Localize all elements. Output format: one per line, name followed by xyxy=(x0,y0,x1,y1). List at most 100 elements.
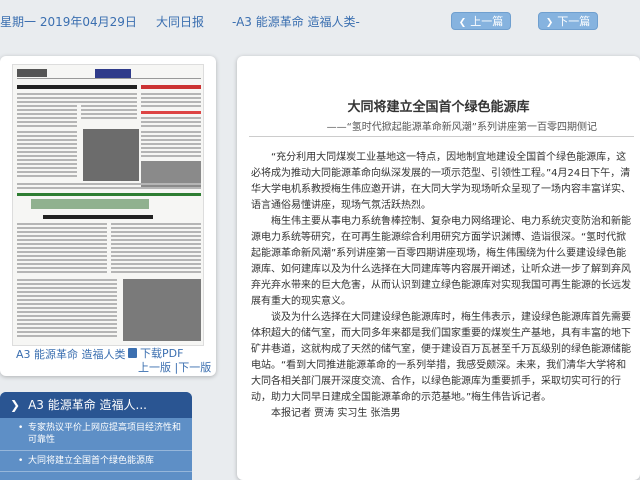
paper-name: 大同日报 xyxy=(156,15,205,29)
thumbnail-line xyxy=(17,243,107,245)
thumbnail-line xyxy=(17,251,107,253)
page-label[interactable]: A3 能源革命 造福人类 xyxy=(16,346,126,362)
thumbnail-line xyxy=(17,239,107,241)
thumbnail-line xyxy=(111,247,201,249)
thumbnail-line xyxy=(141,151,201,153)
article-list-panel: ❯ A3 能源革命 造福人... • 专家热议平价上网应提高项目经济性和可靠性 • 大… xyxy=(0,392,192,480)
prev-page-link[interactable]: 上一版 xyxy=(138,361,171,374)
thumbnail-line xyxy=(17,307,117,309)
thumbnail-line xyxy=(17,187,201,189)
thumbnail-line xyxy=(17,175,77,177)
prev-article-button[interactable]: ❮ 上一篇 xyxy=(451,12,511,30)
article-paragraph: 梅生伟主要从事电力系统鲁棒控制、复杂电力网络理论、电力系统灾变防治和新能源电力系… xyxy=(251,216,631,307)
thumbnail-line xyxy=(17,135,77,137)
article-list-item[interactable]: • 专家热议平价上网应提高项目经济性和可靠性 xyxy=(0,418,192,451)
pdf-icon xyxy=(128,348,137,358)
thumbnail-line xyxy=(17,263,107,265)
thumbnail-line xyxy=(17,101,137,103)
thumbnail-line xyxy=(17,299,117,301)
thumbnail-line xyxy=(17,255,107,257)
article-list-header[interactable]: ❯ A3 能源革命 造福人... xyxy=(0,392,192,418)
thumbnail-photo xyxy=(123,279,201,341)
thumbnail-line xyxy=(17,247,107,249)
thumbnail-rule xyxy=(141,111,201,114)
thumbnail-line xyxy=(111,267,201,269)
thumbnail-line xyxy=(17,231,107,233)
thumbnail-line xyxy=(81,109,137,111)
bullet-icon: • xyxy=(18,423,24,433)
article-list-item[interactable]: • 大同将建立全国首个绿色能源库 xyxy=(0,451,192,472)
thumbnail-line xyxy=(111,259,201,261)
thumbnail-line xyxy=(17,155,77,157)
thumbnail-line xyxy=(17,315,117,317)
article-subtitle: ——“氢时代掀起能源革命新风潮”系列讲座第一百零四期侧记 xyxy=(326,122,597,133)
article-list-item-label: 大同将建立全国首个绿色能源库 xyxy=(28,456,155,466)
article-byline: 本报记者 贾涛 实习生 张浩男 xyxy=(271,408,401,419)
thumbnail-line xyxy=(17,113,77,115)
thumbnail-line xyxy=(17,279,117,281)
thumbnail-line xyxy=(81,117,137,119)
thumbnail-line xyxy=(17,163,77,165)
thumbnail-line xyxy=(17,171,77,173)
thumbnail-line xyxy=(111,255,201,257)
thumbnail-line xyxy=(111,271,201,273)
thumbnail-headline xyxy=(17,85,137,89)
thumbnail-line xyxy=(17,323,117,325)
thumbnail-line xyxy=(17,259,107,261)
thumbnail-line xyxy=(17,295,117,297)
thumbnail-line xyxy=(17,105,77,107)
thumbnail-section-badge xyxy=(95,69,131,78)
thumbnail-line xyxy=(17,271,107,273)
thumbnail-line xyxy=(17,327,117,329)
thumbnail-line xyxy=(17,223,107,225)
thumbnail-line xyxy=(111,231,201,233)
thumbnail-line xyxy=(17,267,107,269)
thumbnail-line xyxy=(141,125,201,127)
thumbnail-line xyxy=(111,235,201,237)
thumbnail-line xyxy=(17,159,77,161)
next-article-button[interactable]: ❯ 下一篇 xyxy=(538,12,598,30)
thumbnail-line xyxy=(17,109,77,111)
thumbnail-line xyxy=(17,335,117,337)
thumbnail-logo xyxy=(17,69,47,77)
page-navigation: 上一版 |下一版 xyxy=(138,359,211,375)
thumbnail-headline xyxy=(43,215,153,219)
thumbnail-line xyxy=(17,283,117,285)
thumbnail-headline xyxy=(141,85,201,89)
article-list-heading: A3 能源革命 造福人... xyxy=(28,398,147,412)
thumbnail-line xyxy=(141,101,201,103)
next-article-label: 下一篇 xyxy=(557,15,591,28)
thumbnail-line xyxy=(81,113,137,115)
thumbnail-photo xyxy=(83,129,139,181)
thumbnail-line xyxy=(17,227,107,229)
article-paragraph: “充分利用大同煤炭工业基地这一特点，因地制宜地建设全国首个绿色能源库，这必将成为… xyxy=(251,152,631,211)
newspaper-page-thumbnail[interactable] xyxy=(12,64,204,346)
thumbnail-line xyxy=(111,243,201,245)
issue-date: 星期一 2019年04月29日 xyxy=(0,15,137,29)
next-page-link[interactable]: 下一版 xyxy=(178,361,211,374)
top-bar: 星期一 2019年04月29日 大同日报 -A3 能源革命 造福人类- ❮ 上一篇… xyxy=(0,0,640,42)
thumbnail-line xyxy=(141,105,201,107)
thumbnail-line xyxy=(17,117,77,119)
section-title: -A3 能源革命 造福人类- xyxy=(232,15,360,29)
thumbnail-line xyxy=(17,131,77,133)
thumbnail-line xyxy=(17,139,77,141)
thumbnail-line xyxy=(17,93,137,95)
thumbnail-article-highlight[interactable] xyxy=(31,199,149,209)
chevron-right-icon: ❯ xyxy=(545,18,554,28)
thumbnail-line xyxy=(17,287,117,289)
article-paragraph: 谈及为什么选择在大同建设绿色能源库时，梅生伟表示，建设绿色能源库首先需要体积超大… xyxy=(251,312,631,403)
prev-article-label: 上一篇 xyxy=(470,15,504,28)
thumbnail-line xyxy=(141,97,201,99)
thumbnail-line xyxy=(17,303,117,305)
thumbnail-line xyxy=(17,291,117,293)
bullet-icon: • xyxy=(18,456,24,466)
thumbnail-line xyxy=(141,93,201,95)
thumbnail-line xyxy=(111,251,201,253)
thumbnail-line xyxy=(17,97,137,99)
thumbnail-line xyxy=(17,331,117,333)
article-panel: 大同将建立全国首个绿色能源库 ——“氢时代掀起能源革命新风潮”系列讲座第一百零四… xyxy=(237,56,640,480)
chevron-right-icon: ❯ xyxy=(10,398,21,412)
thumbnail-line xyxy=(141,117,201,119)
article-body: “充分利用大同煤炭工业基地这一特点，因地制宜地建设全国首个绿色能源库，这必将成为… xyxy=(251,150,635,422)
